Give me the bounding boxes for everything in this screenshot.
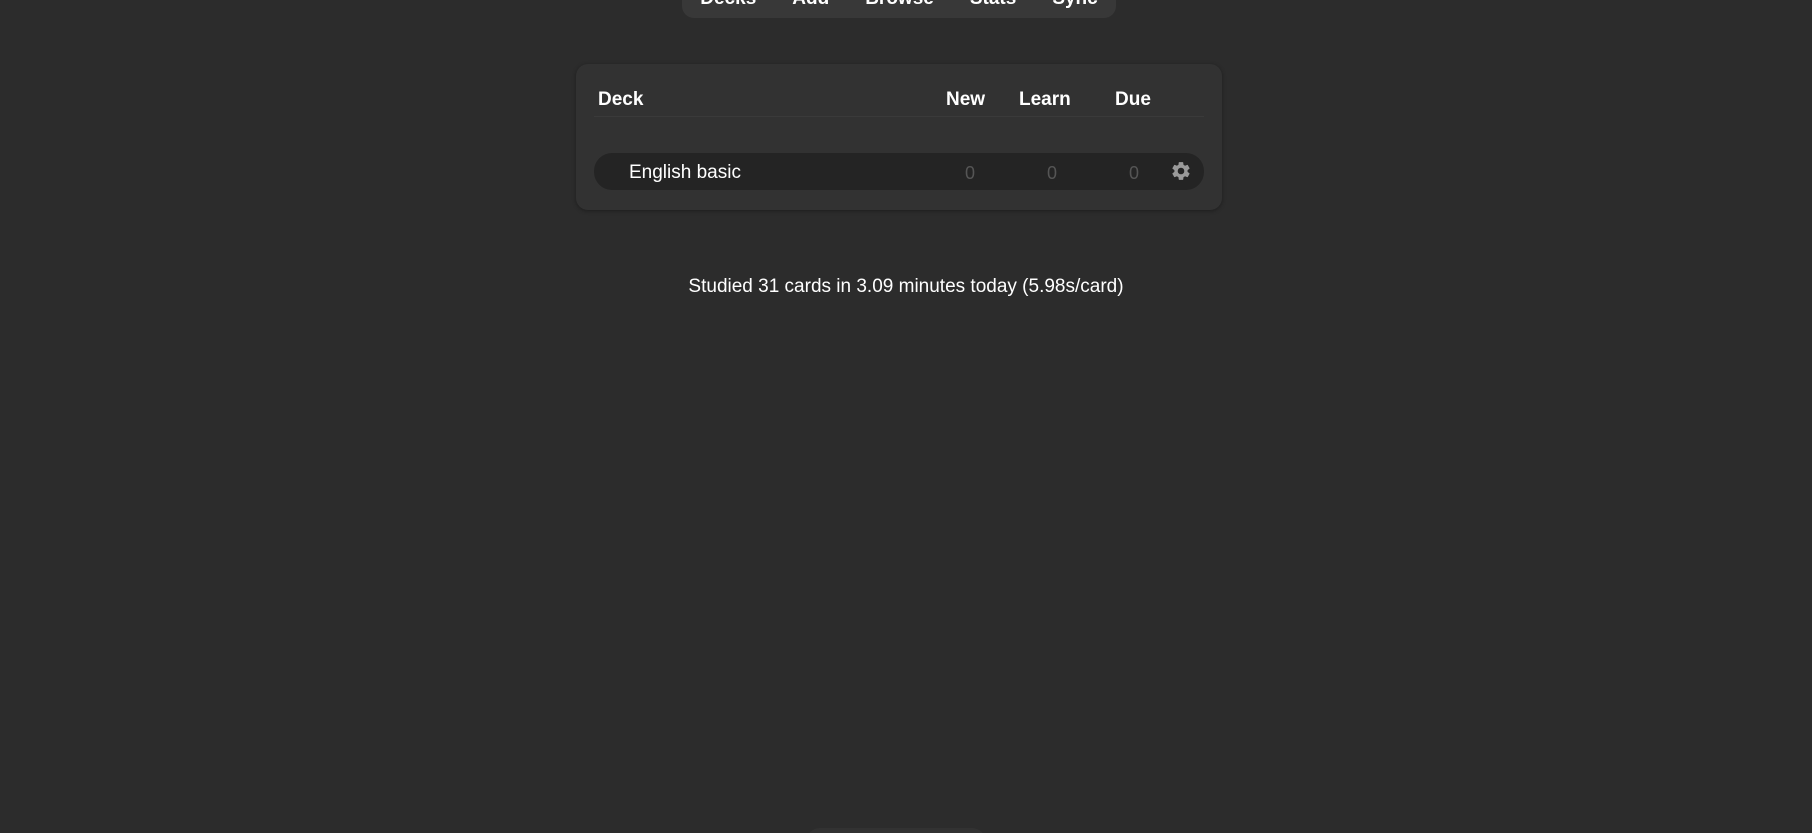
- deck-learn-count[interactable]: 0: [1047, 163, 1057, 184]
- deck-row: English basic 0 0 0: [594, 153, 1204, 190]
- header-new: New: [946, 89, 986, 110]
- header-deck: Deck: [598, 89, 644, 110]
- toolbar-browse-link[interactable]: Browse: [847, 0, 952, 10]
- deck-due-count[interactable]: 0: [1129, 163, 1139, 184]
- bottom-bar-tab: [806, 828, 986, 833]
- header-due: Due: [1115, 89, 1151, 110]
- deck-table-header: Deck New Learn Due: [594, 86, 1204, 117]
- header-learn: Learn: [1019, 89, 1071, 110]
- gear-icon[interactable]: [1170, 160, 1192, 182]
- toolbar-add-link[interactable]: Add: [774, 0, 847, 10]
- toolbar-stats-link[interactable]: Stats: [952, 0, 1034, 10]
- top-toolbar: Decks Add Browse Stats Sync: [682, 0, 1116, 18]
- toolbar-sync-link[interactable]: Sync: [1034, 0, 1115, 10]
- main-window: Decks Add Browse Stats Sync Deck New Lea…: [0, 0, 1812, 833]
- studied-today-summary: Studied 31 cards in 3.09 minutes today (…: [688, 276, 1124, 297]
- deck-list-card: Deck New Learn Due English basic 0 0 0: [576, 64, 1222, 210]
- deck-name-link[interactable]: English basic: [629, 162, 741, 184]
- deck-new-count[interactable]: 0: [965, 163, 975, 184]
- toolbar-decks-link[interactable]: Decks: [682, 0, 774, 10]
